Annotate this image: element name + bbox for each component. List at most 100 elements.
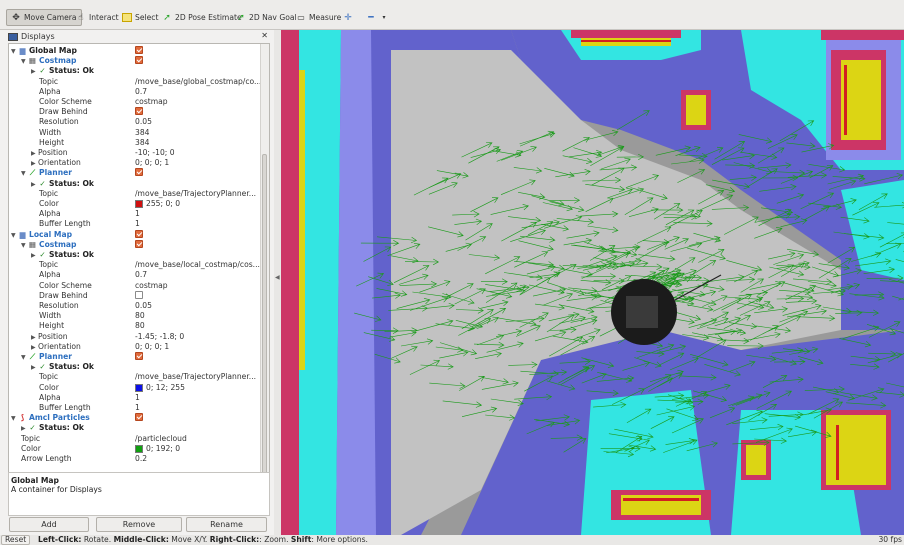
property-value[interactable]: 0.7 <box>135 87 147 97</box>
tree-row-color[interactable]: Color 0; 192; 0 <box>9 444 262 454</box>
close-icon[interactable]: ✕ <box>261 31 268 40</box>
rename-button[interactable]: Rename <box>186 517 267 532</box>
enabled-checkbox[interactable] <box>135 239 143 248</box>
tree-row-height[interactable]: Height 80 <box>9 321 262 331</box>
tree-row-draw-behind[interactable]: Draw Behind <box>9 290 262 301</box>
tree-row-topic[interactable]: Topic/move_base/local_costmap/cos... <box>9 260 262 270</box>
property-value[interactable]: 255; 0; 0 <box>146 199 180 209</box>
tree-row-resolution[interactable]: Resolution 0.05 <box>9 117 262 127</box>
costmap-render[interactable] <box>281 30 904 535</box>
tree-row-alpha[interactable]: Alpha 1 <box>9 393 262 403</box>
property-value[interactable]: 80 <box>135 321 145 331</box>
enabled-checkbox[interactable] <box>135 46 143 54</box>
tool-measure[interactable]: ▭ Measure <box>296 9 341 26</box>
enabled-checkbox[interactable] <box>135 290 143 299</box>
color-swatch[interactable] <box>135 444 143 453</box>
property-value[interactable]: 0; 12; 255 <box>146 383 185 393</box>
tree-row-topic[interactable]: Topic/particlecloud <box>9 434 262 444</box>
property-value[interactable]: 1 <box>135 209 140 219</box>
tree-row-costmap[interactable]: ▼ ▦ Costmap <box>9 239 262 250</box>
tree-row-local-map[interactable]: ▼ ▆ Local Map <box>9 229 262 240</box>
property-value[interactable]: costmap <box>135 281 168 291</box>
tree-row-global-map[interactable]: ▼ ▆ Global Map <box>9 46 262 56</box>
panel-splitter[interactable]: ◀ <box>274 30 281 535</box>
tree-row-status-ok[interactable]: ▶ ✓ Status: Ok <box>9 423 262 433</box>
tree-row-planner[interactable]: ▼ ⟋ Planner <box>9 168 262 178</box>
tree-row-topic[interactable]: Topic/move_base/global_costmap/co... <box>9 77 262 87</box>
tree-scrollbar[interactable] <box>260 44 269 494</box>
tree-row-orientation[interactable]: ▶ Orientation 0; 0; 0; 1 <box>9 342 262 352</box>
tree-row-color-scheme[interactable]: Color Scheme costmap <box>9 97 262 107</box>
property-value[interactable]: 384 <box>135 128 150 138</box>
add-tool-button[interactable]: ✛ <box>343 9 353 26</box>
color-swatch[interactable] <box>135 383 143 392</box>
enabled-checkbox[interactable] <box>135 352 143 360</box>
reset-button[interactable]: Reset <box>1 535 31 545</box>
tree-row-position[interactable]: ▶ Position -1.45; -1.8; 0 <box>9 332 262 342</box>
property-value[interactable]: 0; 0; 0; 1 <box>135 158 169 168</box>
property-value[interactable]: /move_base/global_costmap/co... <box>135 77 261 87</box>
tree-row-resolution[interactable]: Resolution 0.05 <box>9 301 262 311</box>
property-value[interactable]: 0; 0; 0; 1 <box>135 342 169 352</box>
tree-row-height[interactable]: Height 384 <box>9 138 262 148</box>
property-value[interactable]: /particlecloud <box>135 434 187 444</box>
tree-row-color-scheme[interactable]: Color Scheme costmap <box>9 281 262 291</box>
tree-row-amcl-particles[interactable]: ▼ ⟆ Amcl Particles <box>9 413 262 423</box>
property-value[interactable]: /move_base/local_costmap/cos... <box>135 260 260 270</box>
property-value[interactable]: 0; 192; 0 <box>146 444 180 454</box>
tree-row-costmap[interactable]: ▼ ▦ Costmap <box>9 56 262 66</box>
tree-row-status-ok[interactable]: ▶ ✓ Status: Ok <box>9 179 262 189</box>
property-value[interactable]: 80 <box>135 311 145 321</box>
tree-row-status-ok[interactable]: ▶ ✓ Status: Ok <box>9 66 262 76</box>
remove-button[interactable]: Remove <box>96 517 182 532</box>
property-value[interactable]: -1.45; -1.8; 0 <box>135 332 184 342</box>
property-value[interactable]: /move_base/TrajectoryPlanner... <box>135 372 256 382</box>
tree-row-color[interactable]: Color 0; 12; 255 <box>9 383 262 393</box>
property-value[interactable]: costmap <box>135 97 168 107</box>
tool-move-camera[interactable]: ✥ Move Camera <box>6 9 82 26</box>
tree-row-topic[interactable]: Topic/move_base/TrajectoryPlanner... <box>9 372 262 382</box>
tree-row-arrow-length[interactable]: Arrow Length 0.2 <box>9 454 262 464</box>
tree-row-width[interactable]: Width 384 <box>9 128 262 138</box>
row-label: Width <box>39 127 62 137</box>
tree-row-alpha[interactable]: Alpha 1 <box>9 209 262 219</box>
property-value[interactable]: /move_base/TrajectoryPlanner... <box>135 189 256 199</box>
tree-row-position[interactable]: ▶ Position -10; -10; 0 <box>9 148 262 158</box>
enabled-checkbox[interactable] <box>135 107 143 116</box>
tree-row-draw-behind[interactable]: Draw Behind <box>9 107 262 117</box>
remove-tool-menu[interactable]: ━ ▾ <box>366 9 389 26</box>
tree-row-color[interactable]: Color 255; 0; 0 <box>9 199 262 209</box>
property-value[interactable]: 0.2 <box>135 454 147 464</box>
enabled-checkbox[interactable] <box>135 56 143 65</box>
tool-2d-nav-goal[interactable]: ➚ 2D Nav Goal <box>236 9 296 26</box>
tree-row-alpha[interactable]: Alpha 0.7 <box>9 270 262 280</box>
tool-select[interactable]: Select <box>122 9 158 26</box>
tool-2d-pose-estimate[interactable]: ➚ 2D Pose Estimate <box>162 9 241 26</box>
tree-row-buffer-length[interactable]: Buffer Length 1 <box>9 403 262 413</box>
property-value[interactable]: 0.05 <box>135 301 152 311</box>
3d-viewport[interactable] <box>281 30 904 535</box>
property-value[interactable]: 384 <box>135 138 150 148</box>
tree-row-buffer-length[interactable]: Buffer Length 1 <box>9 219 262 229</box>
property-value[interactable]: 1 <box>135 393 140 403</box>
tree-row-topic[interactable]: Topic/move_base/TrajectoryPlanner... <box>9 189 262 199</box>
property-value[interactable]: 0.05 <box>135 117 152 127</box>
tree-row-alpha[interactable]: Alpha 0.7 <box>9 87 262 97</box>
add-button[interactable]: Add <box>9 517 89 532</box>
tree-row-width[interactable]: Width 80 <box>9 311 262 321</box>
property-value[interactable]: 1 <box>135 403 140 413</box>
tree-row-status-ok[interactable]: ▶ ✓ Status: Ok <box>9 362 262 372</box>
tree-row-status-ok[interactable]: ▶ ✓ Status: Ok <box>9 250 262 260</box>
tree-row-planner[interactable]: ▼ ⟋ Planner <box>9 352 262 362</box>
enabled-checkbox[interactable] <box>135 168 143 177</box>
property-value[interactable]: 1 <box>135 219 140 229</box>
property-value[interactable]: 0.7 <box>135 270 147 280</box>
tree-scrollbar-thumb[interactable] <box>262 154 267 476</box>
collapse-arrow-icon[interactable]: ◀ <box>275 274 280 281</box>
enabled-checkbox[interactable] <box>135 229 143 238</box>
color-swatch[interactable] <box>135 200 143 208</box>
enabled-checkbox[interactable] <box>135 413 143 422</box>
tool-interact[interactable]: ☝ Interact <box>76 9 118 26</box>
tree-row-orientation[interactable]: ▶ Orientation 0; 0; 0; 1 <box>9 158 262 168</box>
property-value[interactable]: -10; -10; 0 <box>135 148 175 158</box>
